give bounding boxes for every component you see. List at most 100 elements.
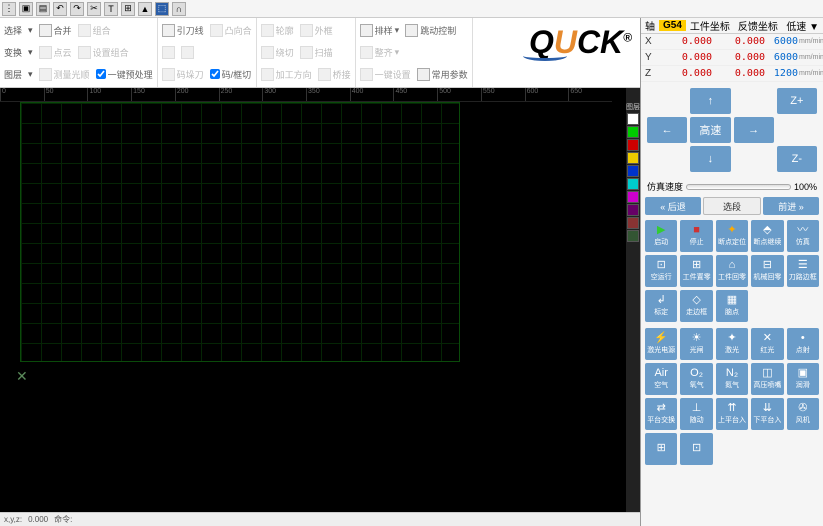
ribbon-btn-framecut[interactable]: 码/框切 [210,68,252,81]
coord-rows: X0.0000.0006000mm/minY0.0000.0006000mm/m… [641,34,823,82]
framecut-checkbox[interactable] [210,69,220,79]
ribbon-btn-oneclick[interactable]: 一键设置 [360,68,411,81]
topbar-item[interactable]: ▤ [36,2,50,16]
control-button-平台交换[interactable]: ⇄平台交换 [645,398,677,430]
control-label: 断点继续 [753,237,781,247]
topbar-item[interactable]: ✂ [87,2,101,16]
control-button-机械回零[interactable]: ⊟机械回零 [751,255,783,287]
ribbon-btn-pallet[interactable]: 码垛刀 [162,68,204,81]
control-button-光闸[interactable]: ☀光闸 [680,328,712,360]
layer-swatch[interactable] [627,204,639,216]
control-button-下平台入[interactable]: ⇊下平台入 [751,398,783,430]
control-button-上平台入[interactable]: ⇈上平台入 [716,398,748,430]
ribbon-btn-wrapcut[interactable]: 绕切 [261,46,294,59]
jog-speed-button[interactable]: 高速 [690,117,730,143]
ribbon-btn-align[interactable]: 整齐 ▾ [360,46,400,59]
topbar-item[interactable]: ⋮ [2,2,16,16]
generic-icon [162,46,175,59]
layer-swatch[interactable] [627,139,639,151]
control-button-工件置零[interactable]: ⊞工件置零 [680,255,712,287]
control-button-风机[interactable]: ✇风机 [787,398,819,430]
ribbon-btn-procdir[interactable]: 加工方向 [261,68,312,81]
topbar-item[interactable]: ▲ [138,2,152,16]
preprocess-checkbox[interactable] [96,69,106,79]
control-button-刀路边框[interactable]: ☰刀路边框 [787,255,819,287]
ruler-tick: 50 [44,88,88,101]
ribbon-btn-jogctrl[interactable]: 跳动控制 [405,24,456,37]
topbar-item[interactable]: ⊞ [121,2,135,16]
layer-swatch[interactable] [627,230,639,242]
ribbon-btn-contour[interactable]: 轮廓 [261,24,294,37]
ribbon-btn-preprocess[interactable]: 一键预处理 [96,68,153,81]
control-button-红光[interactable]: ✕红光 [751,328,783,360]
control-button-润滑[interactable]: ▣润滑 [787,363,819,395]
control-button-断点定位[interactable]: ✦断点定位 [716,220,748,252]
control-button-激光[interactable]: ✦激光 [716,328,748,360]
smooth-icon [39,68,52,81]
layer-swatch[interactable] [627,152,639,164]
ribbon-btn-commonparams[interactable]: 常用参数 [417,68,468,81]
layer-swatch[interactable] [627,165,639,177]
layer-swatch[interactable] [627,126,639,138]
control-button-走边框[interactable]: ◇走边框 [680,290,712,322]
control-button-空运行[interactable]: ⊡空运行 [645,255,677,287]
topbar-item[interactable]: ↷ [70,2,84,16]
speed-mode-dropdown[interactable]: 低速 ▼ [782,18,823,33]
topbar-item[interactable]: ▣ [19,2,33,16]
control-button-脑点[interactable]: ▦脑点 [716,290,748,322]
control-button-高压喷嘴[interactable]: ◫高压喷嘴 [751,363,783,395]
speed-unit: mm/min [799,54,823,61]
layer-swatch[interactable] [627,217,639,229]
control-button-仿真[interactable]: 〰仿真 [787,220,819,252]
drawing-canvas[interactable]: 050100150200250300350400450500550600650 … [0,88,626,512]
ribbon-btn-outerframe[interactable]: 外框 [300,24,333,37]
jog-down-button[interactable]: ↓ [690,146,730,172]
control-button-extra[interactable]: ⊞ [645,433,677,465]
jog-zminus-button[interactable]: Z- [777,146,817,172]
control-button-extra[interactable]: ⊡ [680,433,712,465]
topbar-item[interactable]: T [104,2,118,16]
ribbon-btn-merge[interactable]: 合并 [39,24,72,37]
mcs-label: 反馈坐标 [734,18,782,33]
ribbon-btn-nest[interactable]: 排样 ▾ [360,24,400,37]
ribbon-btn-convex[interactable]: 凸向合 [210,24,252,37]
ribbon-btn-bridge[interactable]: 桥接 [318,68,351,81]
coord-system-badge[interactable]: G54 [659,20,686,31]
control-button-随动[interactable]: ⊥随动 [680,398,712,430]
ribbon-btn[interactable] [181,46,194,59]
ribbon-btn-setgroup[interactable]: 设置组合 [78,46,129,59]
topbar-item[interactable]: ∩ [172,2,186,16]
control-button-氧气[interactable]: O₂氧气 [680,363,712,395]
axis-label: X [641,36,659,47]
control-button-断点继续[interactable]: ⬘断点继续 [751,220,783,252]
ribbon-btn-pointcloud[interactable]: 点云 [39,46,72,59]
control-button-停止[interactable]: ■停止 [680,220,712,252]
layer-swatch[interactable] [627,191,639,203]
sim-speed-slider[interactable] [686,184,791,190]
control-button-工件回零[interactable]: ⌂工件回零 [716,255,748,287]
jog-left-button[interactable]: ← [647,117,687,143]
ribbon-btn[interactable] [162,46,175,59]
jog-zplus-button[interactable]: Z+ [777,88,817,114]
pallet-icon [162,68,175,81]
step-pick-button[interactable]: 选段 [703,197,761,215]
step-back-button[interactable]: « 后退 [645,197,701,215]
control-button-氮气[interactable]: N₂氮气 [716,363,748,395]
ribbon-btn-scan[interactable]: 扫描 [300,46,333,59]
topbar-item-active[interactable]: ⬚ [155,2,169,16]
control-button-启动[interactable]: ▶启动 [645,220,677,252]
control-button-标定[interactable]: ↲标定 [645,290,677,322]
control-button-激光电源[interactable]: ⚡激光电源 [645,328,677,360]
wcs-value: 0.000 [659,68,712,79]
control-button-点射[interactable]: •点射 [787,328,819,360]
layer-swatch[interactable] [627,178,639,190]
layer-swatch[interactable] [627,113,639,125]
jog-up-button[interactable]: ↑ [690,88,730,114]
ribbon-btn-leadline[interactable]: 引刀线 [162,24,204,37]
jog-right-button[interactable]: → [734,117,774,143]
control-button-空气[interactable]: Air空气 [645,363,677,395]
ribbon-btn-smooth[interactable]: 测量光顺 [39,68,90,81]
topbar-item[interactable]: ↶ [53,2,67,16]
ribbon-btn-group[interactable]: 组合 [78,24,111,37]
step-forward-button[interactable]: 前进 » [763,197,819,215]
